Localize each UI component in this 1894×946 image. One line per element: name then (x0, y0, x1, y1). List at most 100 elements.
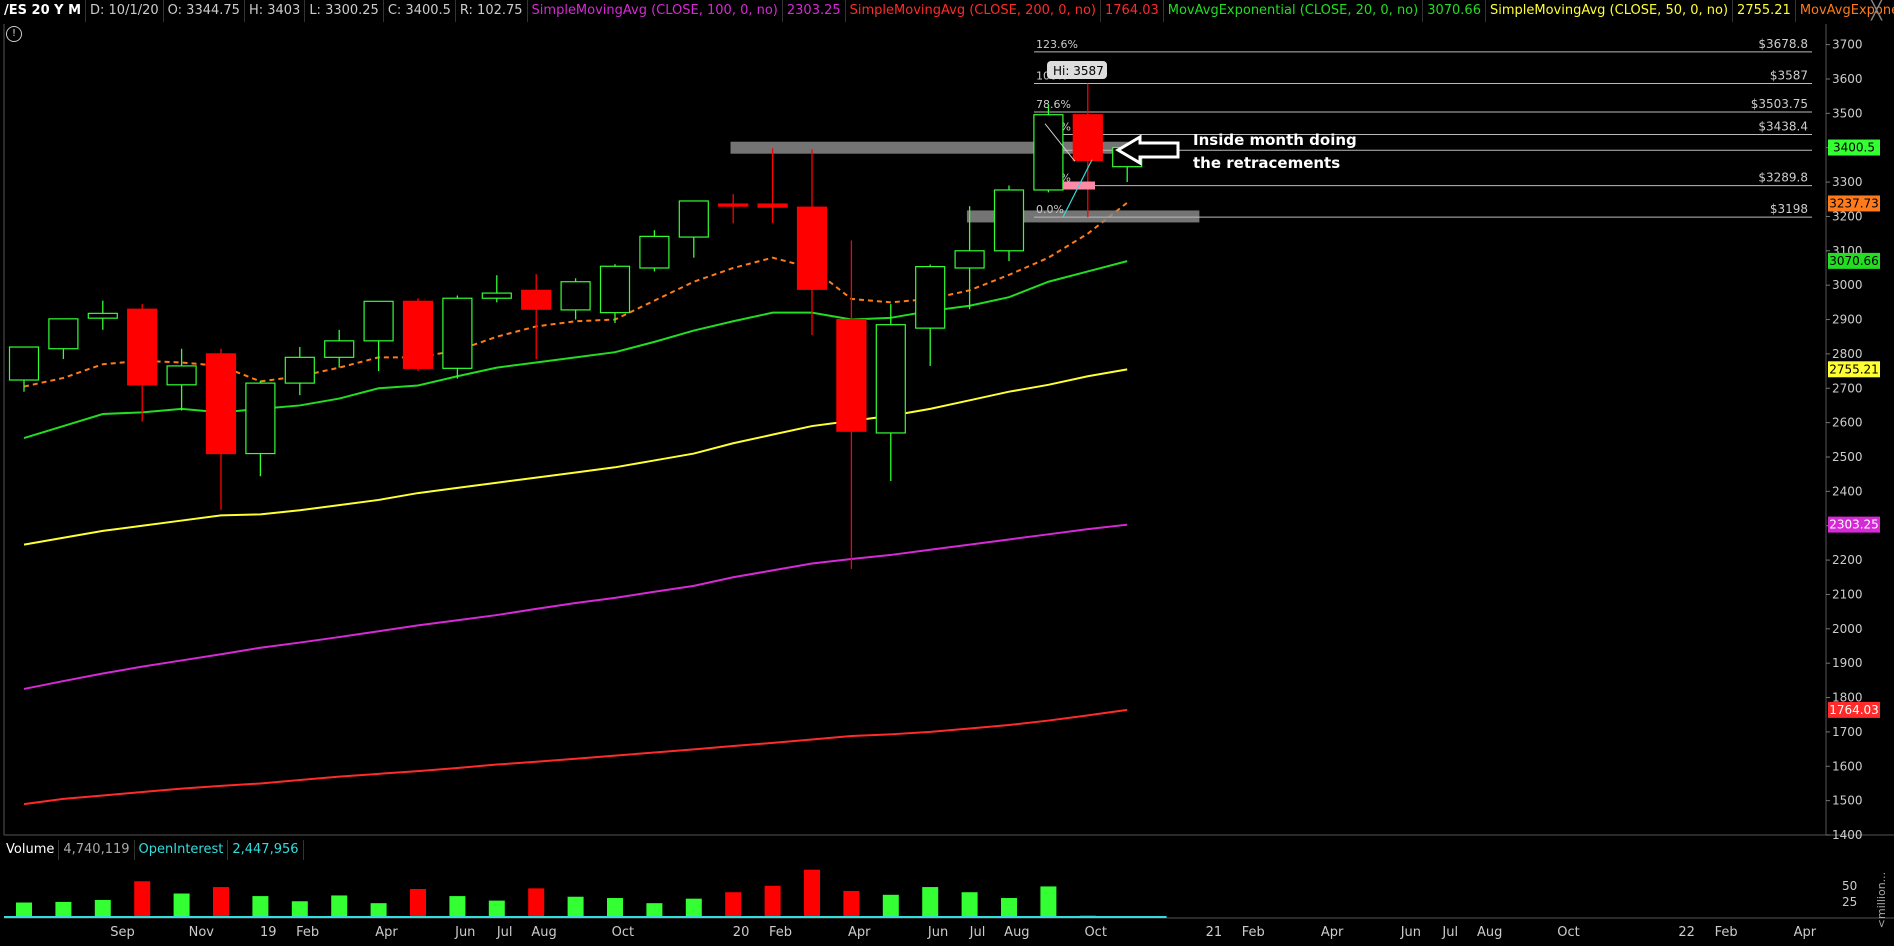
y-tick-label: 2200 (1832, 553, 1863, 567)
candle-body (796, 206, 828, 290)
x-tick-label: Feb (1715, 925, 1738, 940)
volume-bar (843, 890, 860, 918)
candle-body (87, 312, 118, 319)
price-axis-tag-label: 1764.03 (1829, 703, 1879, 717)
candle-body (875, 324, 906, 434)
y-tick-label: 3300 (1832, 175, 1863, 189)
price-chart[interactable]: 123.6%$3678.8100%$358778.6%$3503.7561.8%… (0, 0, 1894, 946)
y-tick-label: 3700 (1832, 38, 1863, 52)
candle-body (48, 318, 79, 350)
fib-pct-label: 78.6% (1036, 98, 1071, 111)
volume-bar (410, 889, 426, 918)
volume-bar (607, 898, 623, 918)
x-tick-label: 21 (1206, 925, 1223, 940)
candle-body (324, 340, 355, 358)
candle-body (993, 189, 1025, 252)
x-tick-label: 19 (260, 925, 277, 940)
candle-body (836, 318, 867, 432)
volume-bar (646, 903, 663, 918)
volume-bar (134, 881, 151, 918)
x-tick-label: Sep (110, 925, 135, 940)
y-tick-label: 1900 (1832, 656, 1863, 670)
volume-tick-label: 50 (1842, 879, 1857, 893)
fib-price-label: $3503.75 (1751, 97, 1808, 111)
candle-body (127, 308, 158, 386)
volume-bar (882, 894, 899, 918)
x-tick-label: Aug (1477, 925, 1502, 940)
volume-bar (685, 898, 702, 918)
volume-bar (725, 892, 742, 918)
y-tick-label: 1600 (1832, 759, 1863, 773)
y-tick-label: 2800 (1832, 347, 1863, 361)
fib-price-label: $3438.4 (1758, 120, 1808, 134)
candle-body (560, 281, 591, 311)
candle-body (481, 292, 512, 299)
candle-body (678, 200, 709, 238)
volume-tick-label: 25 (1842, 895, 1857, 909)
volume-bar (16, 902, 32, 918)
candle-body (954, 250, 985, 269)
candle-body (915, 266, 946, 329)
fib-price-label: $3678.8 (1758, 37, 1808, 51)
candle-body (8, 346, 40, 381)
y-tick-label: 2900 (1832, 313, 1863, 327)
y-tick-label: 3600 (1832, 72, 1863, 86)
fib-price-label: $3198 (1770, 202, 1808, 216)
volume-bar (764, 885, 781, 918)
volume-bar (252, 896, 269, 918)
x-tick-label: Feb (769, 925, 792, 940)
volume-bar (922, 887, 939, 918)
x-tick-label: Feb (296, 925, 319, 940)
x-tick-label: Apr (1321, 925, 1344, 940)
candle-body (1072, 114, 1103, 162)
x-tick-label: Apr (375, 925, 398, 940)
x-tick-label: Apr (848, 925, 871, 940)
price-axis-tag-label: 2303.25 (1829, 518, 1879, 532)
y-tick-label: 3000 (1832, 278, 1863, 292)
y-tick-label: 2000 (1832, 622, 1863, 636)
y-tick-label: 2500 (1832, 450, 1863, 464)
hi-label: Hi: 3587 (1053, 64, 1104, 78)
oi-label: OpenInterest (135, 840, 229, 860)
x-tick-label: Apr (1794, 925, 1817, 940)
fib-pct-label: 123.6% (1036, 38, 1078, 51)
candle-body (718, 203, 749, 207)
volume-bar (567, 896, 584, 918)
y-tick-label: 1400 (1832, 828, 1863, 842)
volume-label: Volume (2, 840, 60, 860)
candle-body (757, 203, 788, 208)
candle-body (363, 300, 394, 342)
volume-bar (94, 899, 111, 918)
volume-bar (55, 901, 72, 918)
volume-bar (961, 892, 978, 918)
x-tick-label: 22 (1678, 925, 1695, 940)
x-tick-label: Oct (1084, 925, 1106, 940)
volume-unit-label: <million... (1875, 872, 1888, 928)
moving-average-line (23, 708, 1128, 806)
moving-average-line (23, 368, 1128, 546)
x-tick-label: Jun (1400, 925, 1421, 940)
x-tick-label: Oct (1557, 925, 1579, 940)
annotation-line2: the retracements (1193, 154, 1340, 172)
moving-average-line (23, 523, 1128, 690)
candle-body (166, 365, 197, 386)
volume-bar (1040, 886, 1057, 918)
volume-value: 4,740,119 (59, 840, 135, 860)
y-tick-label: 1500 (1832, 794, 1863, 808)
x-tick-label: Oct (612, 925, 634, 940)
volume-bar (804, 869, 820, 918)
volume-bar (1001, 898, 1017, 918)
price-axis-tag-label: 3237.73 (1829, 196, 1879, 210)
x-tick-label: Jul (969, 925, 986, 940)
y-tick-label: 2400 (1832, 484, 1863, 498)
candle-body (245, 382, 276, 455)
candle-body (639, 235, 670, 269)
x-tick-label: Nov (189, 925, 215, 940)
x-tick-label: Aug (1004, 925, 1029, 940)
volume-bar (370, 903, 387, 918)
price-axis-tag-label: 2755.21 (1829, 362, 1879, 376)
price-axis-tag-label: 3400.5 (1833, 141, 1875, 155)
y-tick-label: 2600 (1832, 416, 1863, 430)
x-tick-label: Jun (454, 925, 475, 940)
price-axis-tag-label: 3070.66 (1829, 254, 1879, 268)
